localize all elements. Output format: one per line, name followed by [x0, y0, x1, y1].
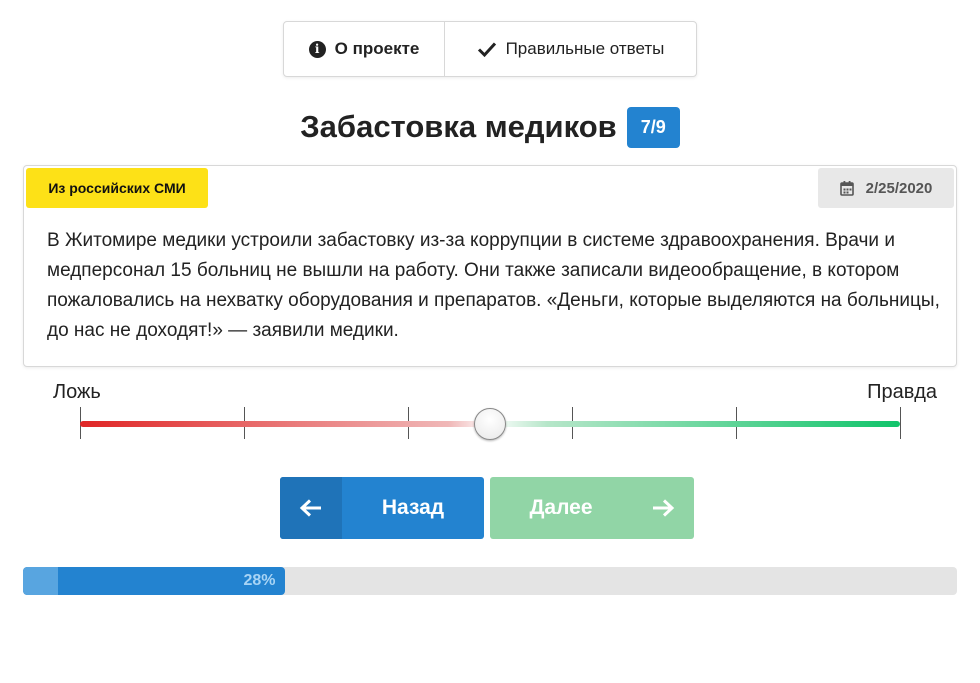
- correct-answers-button[interactable]: Правильные ответы: [445, 22, 696, 76]
- next-button[interactable]: Далее: [490, 477, 694, 539]
- top-nav: i О проекте Правильные ответы: [283, 21, 697, 77]
- date-text: 2/25/2020: [865, 179, 933, 197]
- correct-answers-label: Правильные ответы: [505, 39, 665, 58]
- calendar-icon: [839, 180, 854, 196]
- false-label: Ложь: [53, 381, 101, 403]
- check-icon: [477, 42, 496, 58]
- question-title: Забастовка медиков: [300, 109, 617, 144]
- back-button[interactable]: Назад: [280, 477, 484, 539]
- next-label: Далее: [529, 496, 593, 519]
- question-header: Забастовка медиков 7/9: [0, 105, 980, 149]
- next-arrow-box: [632, 477, 694, 539]
- question-counter-badge: 7/9: [626, 106, 680, 148]
- progress-bar: 28%: [23, 567, 957, 595]
- info-icon: i: [308, 40, 326, 58]
- true-label: Правда: [867, 381, 937, 403]
- progress-label: 28%: [243, 572, 276, 589]
- news-card: Из российских СМИ 2/25/2020 В Житомире м…: [23, 165, 957, 367]
- progress-start-segment: [23, 567, 58, 595]
- arrow-right-icon: [653, 499, 675, 517]
- date-badge: 2/25/2020: [818, 168, 954, 208]
- slider-tick: [900, 407, 901, 439]
- back-arrow-box: [280, 477, 342, 539]
- arrow-left-icon: [299, 499, 321, 517]
- about-project-label: О проекте: [334, 39, 420, 58]
- back-label: Назад: [381, 496, 445, 519]
- progress-fill: 28%: [23, 567, 285, 595]
- about-project-button[interactable]: i О проекте: [284, 22, 445, 76]
- truth-slider[interactable]: [80, 407, 901, 441]
- slider-thumb[interactable]: [474, 408, 506, 440]
- news-text: В Житомире медики устроили забастовку из…: [47, 230, 940, 341]
- source-badge: Из российских СМИ: [26, 168, 208, 208]
